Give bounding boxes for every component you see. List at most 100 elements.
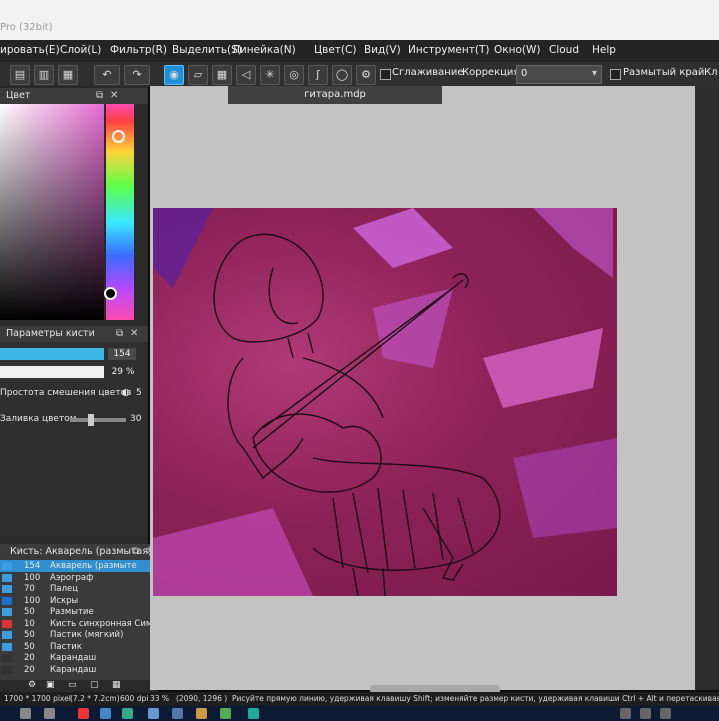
brush-name: Карандаш <box>50 653 97 663</box>
hue-handle[interactable] <box>112 130 125 143</box>
brush-name: Пастик <box>50 641 82 652</box>
tray-icon[interactable] <box>660 708 671 719</box>
correction-label: Коррекция <box>462 67 520 78</box>
detach-icon[interactable]: ⧉ <box>116 326 123 342</box>
tray-icon[interactable] <box>640 708 651 719</box>
brush-list-item[interactable]: 154 Акварель (размыте <box>0 560 150 572</box>
title-bar: Pro (32bit) <box>0 0 719 40</box>
menu-window[interactable]: Окно(W) <box>494 44 540 56</box>
app-icon[interactable] <box>20 708 31 719</box>
menu-bar: ировать(E) Слой(L) Фильтр(R) Выделить(S)… <box>0 40 719 62</box>
brush-list-item[interactable]: 100 Искры <box>0 595 150 607</box>
app-icon[interactable] <box>100 708 111 719</box>
menu-filter[interactable]: Фильтр(R) <box>110 44 167 56</box>
brush-list-item[interactable]: 100 Аэрограф <box>0 572 150 584</box>
status-cm: (7.2 * 7.2cm) <box>70 694 120 703</box>
brush-name: Карандаш <box>50 664 97 675</box>
brush-settings-icon[interactable]: ⚙ <box>28 680 36 690</box>
folder-icon[interactable]: ▭ <box>68 680 77 690</box>
paint-app-icon[interactable] <box>248 708 259 719</box>
brush-size-slider[interactable] <box>0 348 104 360</box>
menu-color[interactable]: Цвет(C) <box>314 44 356 56</box>
app-icon[interactable] <box>196 708 207 719</box>
toolbar: ▤ ▥ ▦ ↶ ↷ ◉ ▱ ▦ ◁ ✳ ◎ ʃ ◯ ⚙ Сглаживание … <box>0 62 719 87</box>
new-file-icon[interactable]: ▤ <box>10 65 30 85</box>
yandex-icon[interactable] <box>78 708 89 719</box>
brush-list-item[interactable]: 50 Пастик <box>0 641 150 653</box>
hue-slider[interactable] <box>104 104 134 320</box>
correction-select[interactable]: 0 ▾ <box>516 65 602 84</box>
copy-icon[interactable]: ▢ <box>90 680 99 690</box>
status-bar: 1700 * 1700 pixel (7.2 * 7.2cm) 600 dpi … <box>0 692 719 706</box>
circle-ruler-icon[interactable]: ◎ <box>284 65 304 85</box>
menu-edit[interactable]: ировать(E) <box>0 44 60 56</box>
detach-icon[interactable]: ⧉ <box>96 88 103 104</box>
brush-size: 10 <box>24 618 35 629</box>
perspective-icon[interactable]: ◁ <box>236 65 256 85</box>
redo-icon[interactable]: ↷ <box>124 65 150 85</box>
brush-list-item[interactable]: 10 Кисть синхронная Сим <box>0 618 152 630</box>
layer-tool-icon[interactable]: ▱ <box>188 65 208 85</box>
status-zoom: 33 % <box>150 694 170 703</box>
new-brush-icon[interactable]: ▣ <box>46 680 55 690</box>
menu-ruler[interactable]: Линейка(N) <box>232 44 296 56</box>
blur-edge-checkbox[interactable] <box>610 69 621 80</box>
sv-handle[interactable] <box>104 287 117 300</box>
blend-toggle-icon[interactable]: ◐ <box>122 388 130 398</box>
curve-ruler-icon[interactable]: ʃ <box>308 65 328 85</box>
brush-list-item[interactable]: 50 Пастик (мягкий) <box>0 629 150 641</box>
app-icon[interactable] <box>44 708 55 719</box>
opacity-value[interactable]: 29 % <box>108 366 138 378</box>
save-icon[interactable]: ▦ <box>58 65 78 85</box>
menu-cloud[interactable]: Cloud <box>549 44 579 56</box>
brush-swatch <box>2 585 12 593</box>
brush-size: 50 <box>24 607 35 617</box>
blur-edge-label: Размытый край <box>623 67 705 78</box>
app-icon[interactable] <box>148 708 159 719</box>
artboard[interactable] <box>153 208 617 596</box>
app-icon[interactable] <box>122 708 133 719</box>
radial-icon[interactable]: ✳ <box>260 65 280 85</box>
settings-icon[interactable]: ⚙ <box>356 65 376 85</box>
chevron-down-icon: ▾ <box>591 68 597 79</box>
brush-list-item[interactable]: 20 Карандаш <box>0 652 150 664</box>
antialias-checkbox[interactable] <box>380 69 391 80</box>
brush-swatch <box>2 631 12 639</box>
brush-swatch <box>2 608 12 616</box>
document-tab[interactable]: гитара.mdp <box>228 86 442 104</box>
app-icon[interactable] <box>220 708 231 719</box>
brush-swatch <box>2 619 12 628</box>
brush-swatch <box>2 654 12 662</box>
window-title: Pro (32bit) <box>0 22 53 33</box>
right-panel-strip <box>695 86 719 690</box>
brush-size: 100 <box>24 572 41 583</box>
pen-tool-icon[interactable]: ◉ <box>164 65 184 85</box>
open-file-icon[interactable]: ▥ <box>34 65 54 85</box>
close-icon[interactable]: ✕ <box>130 326 138 342</box>
close-icon[interactable]: ✕ <box>110 88 118 104</box>
opacity-slider[interactable] <box>0 366 104 378</box>
menu-help[interactable]: Help <box>592 44 616 56</box>
brush-size-value[interactable]: 154 <box>108 348 136 360</box>
blend-value: 5 <box>136 388 142 398</box>
brush-size: 50 <box>24 641 35 652</box>
brush-size: 50 <box>24 630 35 640</box>
tray-icon[interactable] <box>620 708 631 719</box>
undo-icon[interactable]: ↶ <box>94 65 120 85</box>
menu-view[interactable]: Вид(V) <box>364 44 401 56</box>
brush-list-item[interactable]: 20 Карандаш <box>0 664 150 676</box>
brush-size: 20 <box>24 653 35 663</box>
brush-list-item[interactable]: 70 Палец <box>0 583 150 595</box>
brush-params-header: Параметры кисти ⧉ ✕ <box>0 326 148 342</box>
app-icon[interactable] <box>172 708 183 719</box>
brush-list-item[interactable]: 50 Размытие <box>0 606 150 618</box>
ellipse-ruler-icon[interactable]: ◯ <box>332 65 352 85</box>
trash-icon[interactable]: ▦ <box>112 680 121 690</box>
color-picker-square[interactable] <box>0 104 104 320</box>
menu-tool[interactable]: Инструмент(T) <box>408 44 489 56</box>
fill-slider[interactable] <box>70 414 126 426</box>
brush-name: Аэрограф <box>50 572 94 583</box>
grid-tool-icon[interactable]: ▦ <box>212 65 232 85</box>
menu-layer[interactable]: Слой(L) <box>60 44 101 56</box>
fill-slider-handle[interactable] <box>88 414 94 426</box>
